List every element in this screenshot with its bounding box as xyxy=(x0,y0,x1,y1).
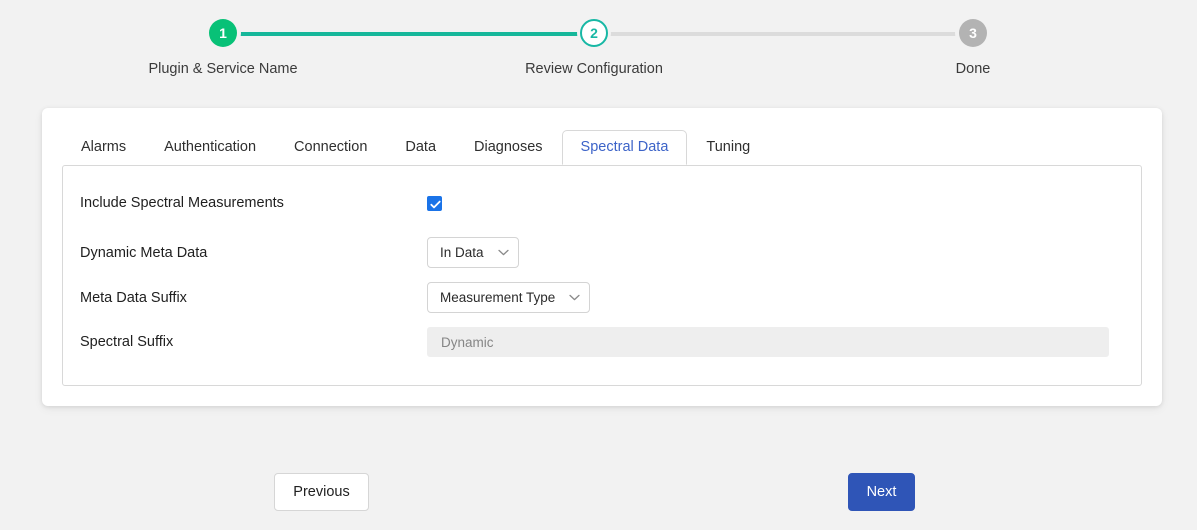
step-2-circle: 2 xyxy=(580,19,608,47)
tab-connection[interactable]: Connection xyxy=(275,130,386,166)
tab-tuning[interactable]: Tuning xyxy=(687,130,769,166)
step-1-number: 1 xyxy=(219,26,227,40)
step-1-label: Plugin & Service Name xyxy=(133,61,313,77)
step-3-number: 3 xyxy=(969,26,977,40)
next-button[interactable]: Next xyxy=(848,473,915,511)
spectral-suffix-value: Dynamic xyxy=(441,335,494,350)
tab-diagnoses[interactable]: Diagnoses xyxy=(455,130,562,166)
label-dynamic-meta-data: Dynamic Meta Data xyxy=(63,245,427,261)
wizard-step-2[interactable]: 2 Review Configuration xyxy=(504,0,684,77)
row-dynamic-meta-data: Dynamic Meta Data In Data xyxy=(63,237,1141,268)
wizard-step-1[interactable]: 1 Plugin & Service Name xyxy=(133,0,313,77)
step-1-circle: 1 xyxy=(209,19,237,47)
step-2-label: Review Configuration xyxy=(504,61,684,77)
tab-authentication[interactable]: Authentication xyxy=(145,130,275,166)
step-3-label: Done xyxy=(883,61,1063,77)
configuration-card: Alarms Authentication Connection Data Di… xyxy=(42,108,1162,406)
tab-alarms[interactable]: Alarms xyxy=(62,130,145,166)
label-meta-data-suffix: Meta Data Suffix xyxy=(63,290,427,306)
step-3-circle: 3 xyxy=(959,19,987,47)
dynamic-meta-data-value: In Data xyxy=(440,245,484,260)
tab-data[interactable]: Data xyxy=(386,130,455,166)
checkmark-icon xyxy=(429,198,442,211)
meta-data-suffix-select[interactable]: Measurement Type xyxy=(427,282,590,313)
spectral-suffix-input: Dynamic xyxy=(427,327,1109,357)
dynamic-meta-data-select[interactable]: In Data xyxy=(427,237,519,268)
chevron-down-icon xyxy=(498,249,509,256)
spectral-data-panel: Include Spectral Measurements Dynamic Me… xyxy=(62,165,1142,386)
tab-bar: Alarms Authentication Connection Data Di… xyxy=(42,127,1162,165)
tab-spectral-data[interactable]: Spectral Data xyxy=(562,130,688,166)
step-2-number: 2 xyxy=(590,26,598,40)
label-include-spectral-measurements: Include Spectral Measurements xyxy=(63,195,427,211)
meta-data-suffix-value: Measurement Type xyxy=(440,290,555,305)
row-meta-data-suffix: Meta Data Suffix Measurement Type xyxy=(63,282,1141,313)
wizard-stepper: 1 Plugin & Service Name 2 Review Configu… xyxy=(0,0,1197,96)
row-spectral-suffix: Spectral Suffix Dynamic xyxy=(63,327,1141,357)
label-spectral-suffix: Spectral Suffix xyxy=(63,334,427,350)
wizard-step-3[interactable]: 3 Done xyxy=(883,0,1063,77)
previous-button[interactable]: Previous xyxy=(274,473,369,511)
chevron-down-icon xyxy=(569,294,580,301)
include-spectral-measurements-checkbox[interactable] xyxy=(427,196,442,211)
row-include-spectral-measurements: Include Spectral Measurements xyxy=(63,195,1141,211)
